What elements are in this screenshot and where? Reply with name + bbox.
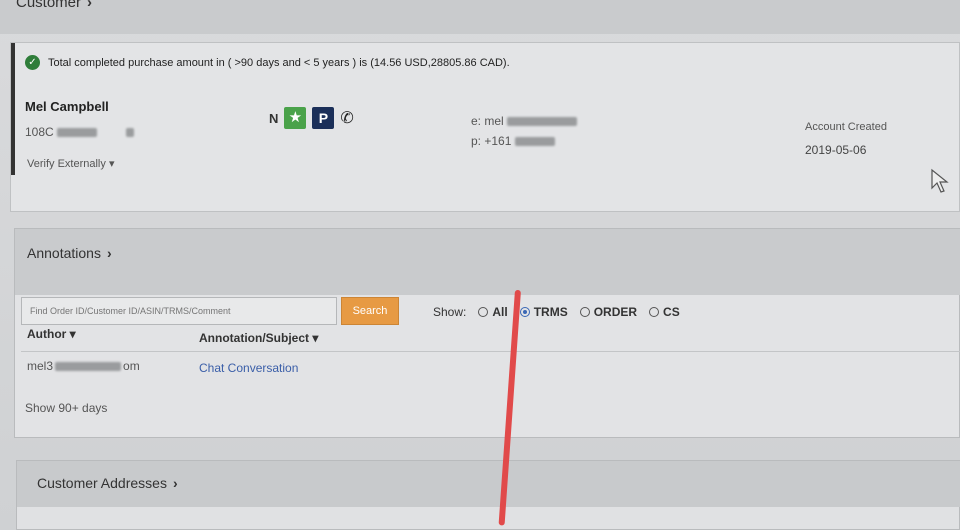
customer-section-header[interactable]: Customer ›	[0, 0, 960, 34]
badge-n: N	[269, 110, 279, 126]
subject-column-header[interactable]: Annotation/Subject ▾	[199, 331, 318, 345]
caret-down-icon: ▾	[108, 158, 115, 170]
author-column-header[interactable]: Author ▾	[27, 327, 76, 341]
customer-addresses-panel: Customer Addresses ›	[16, 460, 960, 530]
sort-caret-icon: ▾	[312, 331, 319, 345]
redacted-block	[507, 117, 578, 127]
filter-trms-radio[interactable]: TRMS	[519, 305, 568, 319]
radio-icon	[579, 307, 590, 317]
radio-selected-icon	[519, 307, 530, 317]
chevron-right-icon: ›	[172, 475, 178, 491]
email-line: e: mel	[471, 111, 578, 131]
filter-order-radio[interactable]: ORDER	[579, 305, 637, 319]
search-button[interactable]: Search	[341, 297, 399, 325]
customer-addresses-header[interactable]: Customer Addresses ›	[17, 461, 960, 507]
filter-all-radio[interactable]: All	[478, 305, 508, 319]
customer-id: 108C	[25, 125, 135, 139]
phone-line: p: +161	[471, 131, 577, 151]
redacted-block	[57, 128, 98, 138]
show-90-days-link[interactable]: Show 90+ days	[25, 401, 107, 415]
annotation-search-input[interactable]	[21, 297, 337, 325]
card-accent-bar	[11, 43, 15, 175]
annotations-title: Annotations ›	[27, 245, 112, 261]
customer-card: ✓ Total completed purchase amount in ( >…	[10, 42, 960, 212]
radio-icon	[478, 307, 489, 317]
table-row-subject-link[interactable]: Chat Conversation	[199, 361, 298, 375]
annotations-panel: Annotations› Search Show: All TRMS ORDER…	[14, 228, 960, 438]
chevron-right-icon: ›	[87, 0, 93, 11]
contact-info: e: mel p: +161	[471, 111, 578, 151]
phone-icon[interactable]: ✆	[340, 108, 353, 128]
page: Customer › ✓ Total completed purchase amo…	[0, 0, 960, 530]
mouse-cursor-icon	[931, 168, 949, 193]
account-created-label: Account Created	[805, 121, 887, 133]
star-badge-icon[interactable]: ★	[284, 107, 307, 129]
customer-section-title: Customer ›	[16, 0, 92, 11]
radio-icon	[649, 307, 660, 317]
redacted-block	[514, 137, 555, 147]
redacted-block	[126, 128, 135, 138]
table-row-author: mel3 om	[27, 359, 140, 373]
customer-name: Mel Campbell	[25, 99, 109, 114]
chevron-right-icon: ›	[106, 245, 112, 261]
customer-badges: N ★ P ✆	[269, 107, 354, 129]
filter-cs-radio[interactable]: CS	[649, 305, 680, 319]
annotations-header[interactable]: Annotations ›	[15, 229, 960, 295]
sort-caret-icon: ▾	[69, 327, 76, 341]
account-created-date: 2019-05-06	[805, 143, 867, 157]
redacted-block	[55, 362, 122, 372]
purchase-notice: ✓ Total completed purchase amount in ( >…	[25, 55, 510, 70]
table-divider	[21, 351, 960, 352]
check-circle-icon: ✓	[25, 55, 40, 70]
show-filter: Show: All TRMS ORDER CS	[433, 305, 680, 319]
purchase-notice-text: Total completed purchase amount in ( >90…	[48, 56, 510, 69]
verify-externally-dropdown[interactable]: Verify Externally ▾	[27, 157, 114, 170]
parking-badge-icon[interactable]: P	[312, 107, 335, 129]
customer-addresses-title: Customer Addresses ›	[37, 475, 178, 491]
show-label: Show:	[433, 305, 467, 319]
